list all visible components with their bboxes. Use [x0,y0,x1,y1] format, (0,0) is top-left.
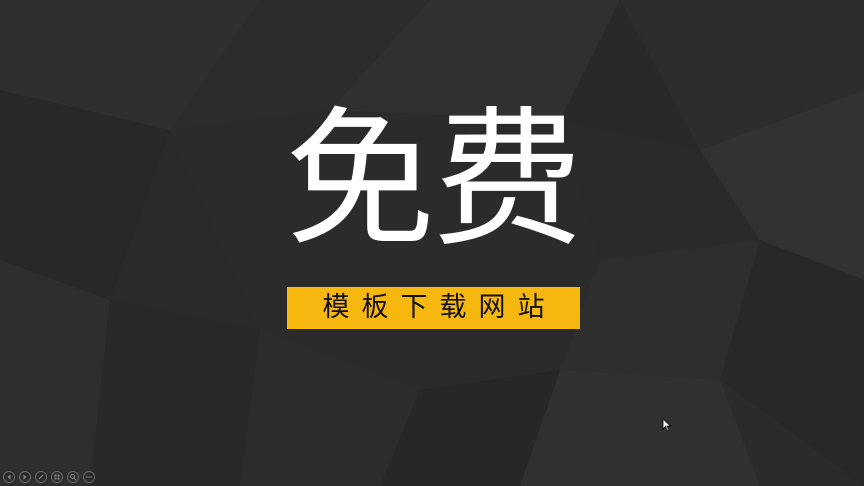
subtitle-banner: 模板下载网站 [287,287,580,329]
more-dots-icon [86,476,92,478]
slideshow-toolbar [3,471,95,485]
see-all-slides-button[interactable] [51,471,63,483]
arrow-right-icon [23,474,27,480]
magnifier-icon [70,474,77,481]
mouse-cursor-icon [662,418,672,432]
next-slide-button[interactable] [19,471,31,483]
more-options-button[interactable] [83,471,95,483]
slide-subtitle: 模板下载网站 [322,292,557,323]
presentation-slide: 免费 模板下载网站 [0,0,864,486]
previous-slide-button[interactable] [3,471,15,483]
arrow-left-icon [7,474,11,480]
pen-tool-button[interactable] [35,471,47,483]
slides-grid-icon [54,474,60,480]
pen-icon [38,474,44,480]
slide-headline: 免费 [284,94,583,268]
zoom-button[interactable] [67,471,79,483]
